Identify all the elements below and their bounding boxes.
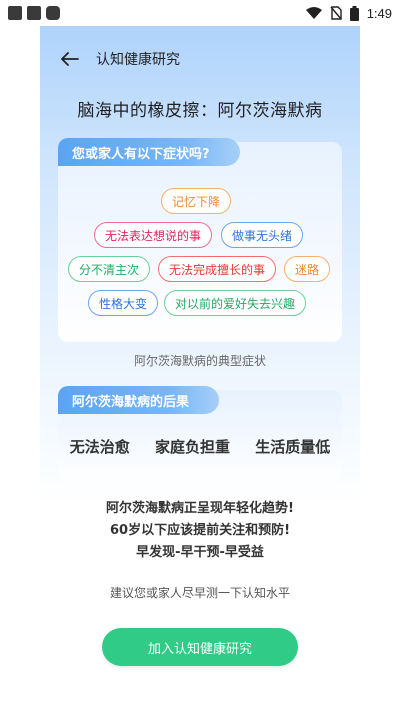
symptoms-card: 您或家人有以下症状吗? 记忆下降 无法表达想说的事 做事无头绪 分不清主次 无法… bbox=[58, 138, 342, 342]
symptoms-caption: 阿尔茨海默病的典型症状 bbox=[133, 354, 266, 368]
notification-icon bbox=[46, 6, 60, 20]
sim-off-icon bbox=[330, 6, 342, 20]
status-bar: 1:49 bbox=[0, 0, 400, 26]
warning-text: 阿尔茨海默病正呈现年轻化趋势! 60岁以下应该提前关注和预防! 早发现-早干预-… bbox=[40, 498, 360, 564]
consequence-item: 无法治愈 bbox=[69, 438, 130, 456]
symptom-chip[interactable]: 无法表达想说的事 bbox=[94, 222, 213, 248]
symptom-chip[interactable]: 记忆下降 bbox=[161, 188, 232, 214]
symptom-chip[interactable]: 性格大变 bbox=[88, 290, 159, 316]
warning-line: 60岁以下应该提前关注和预防! bbox=[109, 523, 291, 538]
notification-icon bbox=[8, 6, 22, 20]
consequence-item: 生活质量低 bbox=[255, 438, 331, 456]
consequences-list: 无法治愈 家庭负担重 生活质量低 bbox=[58, 436, 342, 457]
main-panel: 认知健康研究 脑海中的橡皮擦：阿尔茨海默病 您或家人有以下症状吗? 记忆下降 无… bbox=[40, 26, 360, 711]
warning-line: 早发现-早干预-早受益 bbox=[136, 545, 264, 560]
warning-line: 阿尔茨海默病正呈现年轻化趋势! bbox=[106, 501, 294, 516]
symptom-chip[interactable]: 迷路 bbox=[284, 256, 331, 282]
consequences-tag: 阿尔茨海默病的后果 bbox=[58, 386, 220, 414]
suggestion-text: 建议您或家人尽早测一下认知水平 bbox=[109, 586, 290, 600]
join-research-button[interactable]: 加入认知健康研究 bbox=[102, 628, 298, 666]
battery-icon bbox=[349, 5, 359, 21]
symptom-chip[interactable]: 无法完成擅长的事 bbox=[158, 256, 277, 282]
back-arrow-icon[interactable] bbox=[56, 46, 84, 72]
symptom-chip[interactable]: 做事无头绪 bbox=[221, 222, 304, 248]
symptom-chip[interactable]: 对以前的爱好失去兴趣 bbox=[164, 290, 307, 316]
notification-icon bbox=[27, 6, 41, 20]
symptom-chip[interactable]: 分不清主次 bbox=[68, 256, 151, 282]
header-title: 认知健康研究 bbox=[96, 52, 180, 68]
symptoms-tag: 您或家人有以下症状吗? bbox=[58, 138, 240, 166]
page-title: 脑海中的橡皮擦：阿尔茨海默病 bbox=[77, 101, 323, 121]
wifi-icon bbox=[305, 6, 322, 19]
consequences-card: 阿尔茨海默病的后果 无法治愈 家庭负担重 生活质量低 bbox=[58, 386, 342, 482]
consequence-item: 家庭负担重 bbox=[154, 438, 230, 456]
clock: 1:49 bbox=[366, 5, 392, 21]
top-bar: 认知健康研究 bbox=[40, 46, 360, 72]
screen: 1:49 认知健康研究 脑海中的橡皮擦：阿尔茨海默病 您或家人有以下症状吗? 记… bbox=[0, 0, 400, 711]
